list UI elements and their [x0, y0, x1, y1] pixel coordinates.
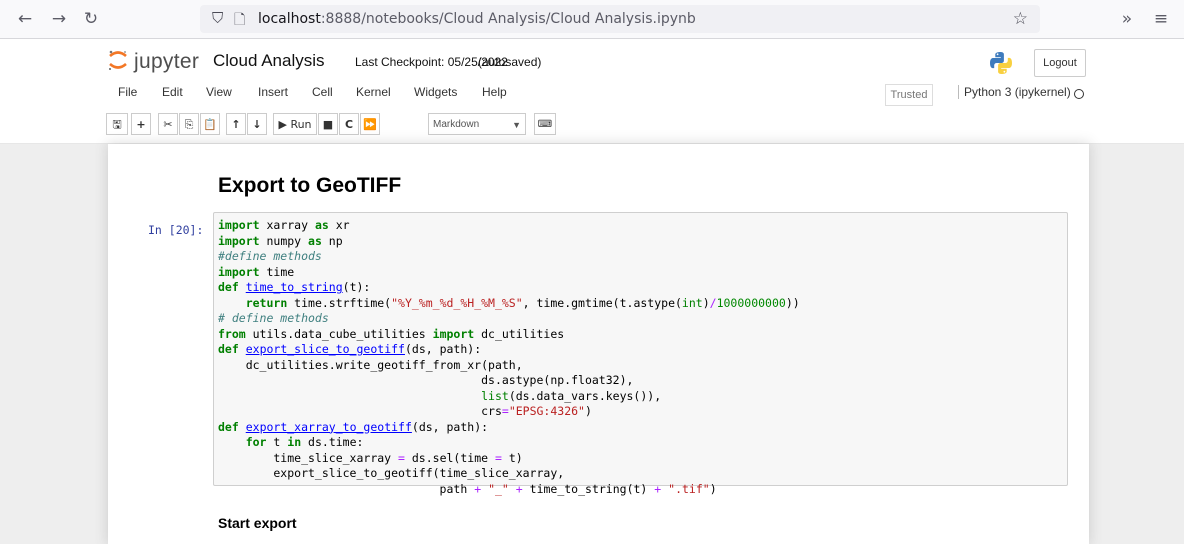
kernel-status-icon: [1074, 89, 1084, 99]
hamburger-menu-icon[interactable]: ≡: [1150, 8, 1172, 30]
markdown-heading[interactable]: Export to GeoTIFF: [218, 174, 401, 198]
jupyter-header: jupyter Cloud Analysis Last Checkpoint: …: [0, 39, 1184, 144]
page-icon[interactable]: 🗋: [234, 9, 245, 33]
menu-file[interactable]: File: [118, 85, 137, 99]
bookmark-star-icon[interactable]: ☆: [1013, 9, 1028, 29]
menu-insert[interactable]: Insert: [258, 85, 288, 99]
copy-icon[interactable]: ⎘: [179, 113, 199, 135]
run-label: Run: [290, 118, 312, 131]
jupyter-logo-icon[interactable]: [107, 49, 129, 71]
run-button[interactable]: ▶ Run: [273, 113, 317, 135]
cell-prompt: In [20]:: [148, 223, 204, 237]
fast-forward-icon[interactable]: ⏩: [360, 113, 380, 135]
kernel-name[interactable]: Python 3 (ipykernel): [958, 85, 1071, 99]
code-cell-editor[interactable]: import xarray as xr import numpy as np #…: [213, 212, 1068, 496]
logout-button[interactable]: Logout: [1034, 49, 1086, 77]
trusted-indicator[interactable]: Trusted: [885, 84, 933, 106]
python-logo-icon: [990, 52, 1012, 74]
browser-toolbar: ← → ↻ ⛉ 🗋 localhost:8888/notebooks/Cloud…: [0, 0, 1184, 39]
insert-cell-icon[interactable]: +: [131, 113, 151, 135]
play-icon: ▶: [278, 118, 287, 131]
back-icon[interactable]: ←: [14, 8, 36, 30]
stop-icon[interactable]: ■: [318, 113, 338, 135]
chevron-down-icon: ▼: [512, 120, 521, 130]
menu-view[interactable]: View: [206, 85, 232, 99]
autosave-status: (autosaved): [478, 55, 542, 69]
menu-widgets[interactable]: Widgets: [414, 85, 457, 99]
menu-cell[interactable]: Cell: [312, 85, 333, 99]
url-path: :8888/notebooks/Cloud Analysis/Cloud Ana…: [320, 11, 696, 27]
menu-edit[interactable]: Edit: [162, 85, 183, 99]
save-icon[interactable]: 🖫: [106, 113, 128, 135]
cell-type-select[interactable]: Markdown ▼: [428, 113, 526, 135]
reload-icon[interactable]: ↻: [80, 8, 102, 30]
forward-icon[interactable]: →: [48, 8, 70, 30]
url-host: localhost: [258, 11, 321, 27]
cell-type-value: Markdown: [433, 119, 480, 130]
notebook-page: Export to GeoTIFF In [20]: import xarray…: [108, 144, 1089, 544]
restart-icon[interactable]: C: [339, 113, 359, 135]
url-bar[interactable]: ⛉ 🗋 localhost:8888/notebooks/Cloud Analy…: [200, 5, 1040, 33]
menu-help[interactable]: Help: [482, 85, 507, 99]
code-content[interactable]: import xarray as xr import numpy as np #…: [218, 218, 800, 497]
move-down-icon[interactable]: ↓: [247, 113, 267, 135]
cut-icon[interactable]: ✂: [158, 113, 178, 135]
shield-icon[interactable]: ⛉: [212, 9, 223, 27]
keyboard-icon[interactable]: ⌨: [534, 113, 556, 135]
notebook-name[interactable]: Cloud Analysis: [213, 51, 325, 71]
jupyter-logo-text[interactable]: jupyter: [134, 50, 199, 74]
paste-icon[interactable]: 📋: [200, 113, 220, 135]
url-text[interactable]: localhost:8888/notebooks/Cloud Analysis/…: [258, 11, 696, 27]
markdown-subheading[interactable]: Start export: [218, 515, 297, 531]
move-up-icon[interactable]: ↑: [226, 113, 246, 135]
overflow-chevron-icon[interactable]: »: [1116, 8, 1138, 30]
menu-kernel[interactable]: Kernel: [356, 85, 391, 99]
